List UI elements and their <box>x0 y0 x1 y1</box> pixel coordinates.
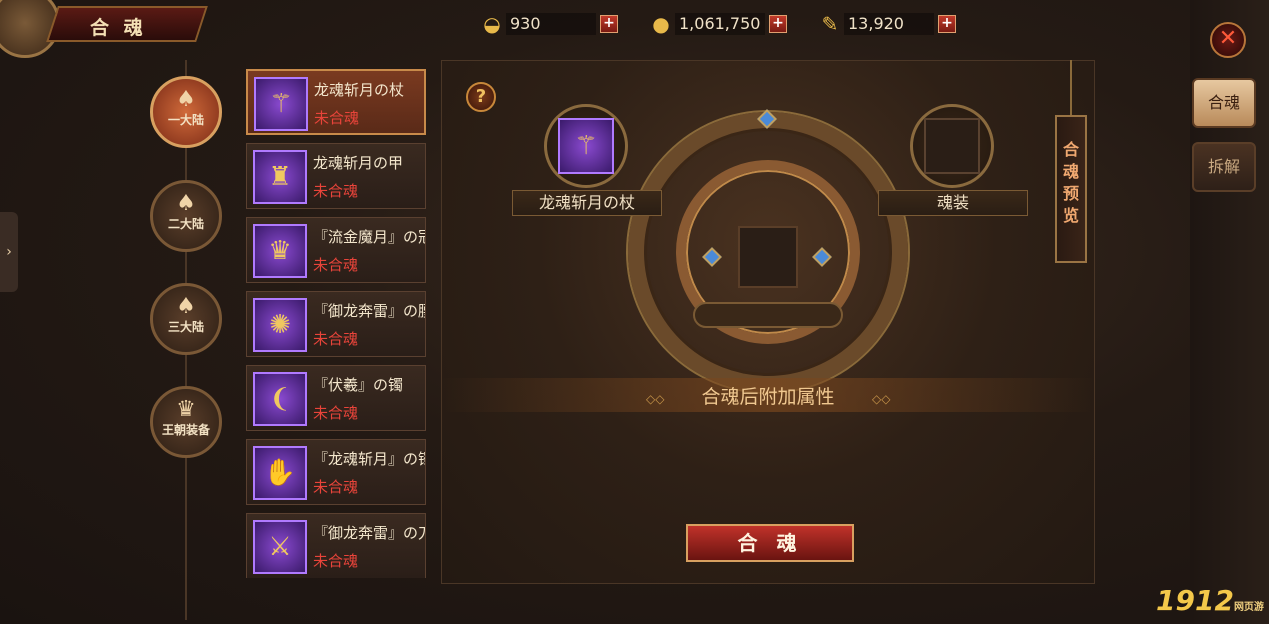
staff-icon[interactable]: ⚚ <box>558 118 614 174</box>
item-name: 『御龙奔雷』の刀 <box>313 524 425 542</box>
result-slot[interactable] <box>738 226 798 288</box>
tab-dismantle[interactable]: 拆解 <box>1192 142 1256 192</box>
list-item[interactable]: ⚚ 龙魂斩月の杖 未合魂 <box>246 69 426 135</box>
scroll-icon: ✎ <box>821 12 839 36</box>
item-name: 『流金魔月』の冠 <box>313 228 425 246</box>
preview-button[interactable]: 合魂预览 <box>1055 115 1087 263</box>
scroll-value: 13,920 <box>844 13 934 35</box>
armor-icon: ♜ <box>253 150 307 204</box>
list-item[interactable]: ♛ 『流金魔月』の冠 未合魂 <box>246 217 426 283</box>
category-continent-3[interactable]: ♠ 三大陆 <box>150 283 222 355</box>
tab-merge-soul[interactable]: 合魂 <box>1192 78 1256 128</box>
category-label: 一大陆 <box>167 113 204 127</box>
category-label: 二大陆 <box>167 217 204 231</box>
item-status: 未合魂 <box>313 404 359 422</box>
item-status: 未合魂 <box>313 256 359 274</box>
equipment-slot-label: 龙魂斩月の杖 <box>512 190 662 216</box>
gold-ingot-icon: ◒ <box>483 12 501 36</box>
item-name: 龙魂斩月の甲 <box>313 154 404 172</box>
armor-icon: ♠ <box>176 191 196 216</box>
category-continent-2[interactable]: ♠ 二大陆 <box>150 180 222 252</box>
bracelet-icon: ❨ <box>253 372 307 426</box>
item-name: 『伏羲』の镯 <box>313 376 404 394</box>
site-logo: 1912网页游戏 <box>1156 584 1269 624</box>
coins-value: 1,061,750 <box>675 13 765 35</box>
helmet-icon: ♛ <box>176 397 196 422</box>
help-icon[interactable]: ? <box>466 82 496 112</box>
add-ingot-button[interactable]: + <box>600 15 618 33</box>
game-window: 合 魂 ◒ 930 + ● 1,061,750 + ✎ 13,920 + ✕ 合… <box>0 0 1269 624</box>
list-item[interactable]: ❨ 『伏羲』の镯 未合魂 <box>246 365 426 431</box>
soul-slot[interactable] <box>924 118 980 174</box>
item-name: 龙魂斩月の杖 <box>314 81 405 99</box>
soul-slot-label: 魂装 <box>878 190 1028 216</box>
crown-icon: ♛ <box>253 224 307 278</box>
category-label: 三大陆 <box>167 320 204 334</box>
armor-icon: ♠ <box>176 87 196 112</box>
list-item[interactable]: ⚔ 『御龙奔雷』の刀 未合魂 <box>246 513 426 578</box>
title-tab: 合 魂 <box>0 0 215 60</box>
add-scroll-button[interactable]: + <box>938 15 956 33</box>
blade-icon: ⚔ <box>253 520 307 574</box>
resource-scroll: ✎ 13,920 + <box>816 10 956 38</box>
logo-text: 1912 <box>1156 584 1234 617</box>
belt-icon: ✺ <box>253 298 307 352</box>
category-dynasty-gear[interactable]: ♛ 王朝装备 <box>150 386 222 458</box>
item-status: 未合魂 <box>314 109 360 127</box>
close-button[interactable]: ✕ <box>1210 22 1246 58</box>
equipment-list[interactable]: ⚚ 龙魂斩月の杖 未合魂 ♜ 龙魂斩月の甲 未合魂 ♛ 『流金魔月』の冠 未合魂… <box>243 66 430 578</box>
category-continent-1[interactable]: ♠ 一大陆 <box>150 76 222 148</box>
ingot-value: 930 <box>506 13 596 35</box>
result-name-bar <box>693 302 843 328</box>
staff-icon: ⚚ <box>254 77 308 131</box>
preview-hanger <box>1070 60 1072 116</box>
resource-ingot: ◒ 930 + <box>478 10 618 38</box>
list-item[interactable]: ♜ 龙魂斩月の甲 未合魂 <box>246 143 426 209</box>
resource-coins: ● 1,061,750 + <box>647 10 787 38</box>
add-coins-button[interactable]: + <box>769 15 787 33</box>
attribute-title: 合魂后附加属性 <box>701 386 835 408</box>
item-name: 『御龙奔雷』の腰 <box>313 302 425 320</box>
armor-icon: ♠ <box>176 294 196 319</box>
gold-coins-icon: ● <box>652 12 670 36</box>
item-name: 『龙魂斩月』の镯 <box>313 450 425 468</box>
expand-handle-icon[interactable]: › <box>0 212 18 292</box>
merge-soul-button[interactable]: 合 魂 <box>686 524 854 562</box>
item-status: 未合魂 <box>313 552 359 570</box>
page-title: 合 魂 <box>90 17 147 39</box>
item-status: 未合魂 <box>313 330 359 348</box>
category-label: 王朝装备 <box>161 423 210 437</box>
gauntlet-icon: ✋ <box>253 446 307 500</box>
list-item[interactable]: ✋ 『龙魂斩月』の镯 未合魂 <box>246 439 426 505</box>
item-status: 未合魂 <box>313 478 359 496</box>
item-status: 未合魂 <box>313 182 359 200</box>
list-item[interactable]: ✺ 『御龙奔雷』の腰 未合魂 <box>246 291 426 357</box>
